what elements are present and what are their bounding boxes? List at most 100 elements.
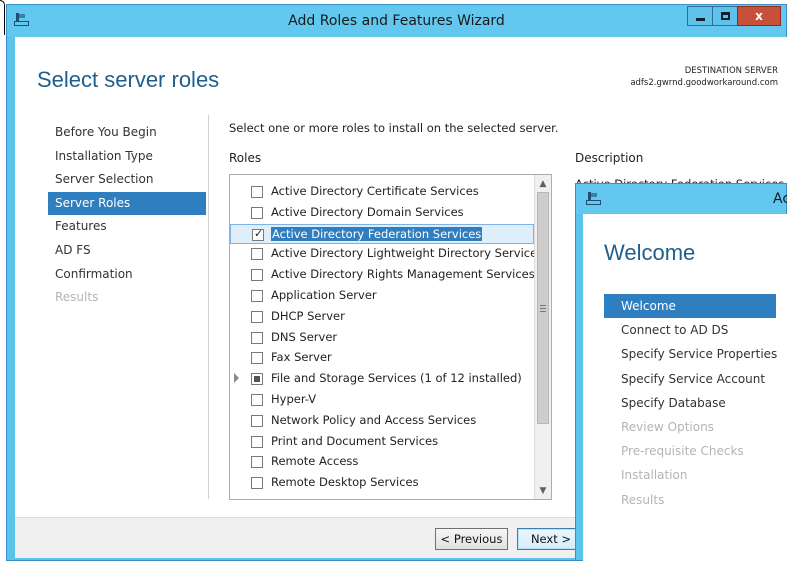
role-checkbox[interactable] <box>251 373 263 386</box>
nav-step-features[interactable]: Features <box>48 215 206 239</box>
adfs-wizard-content: Welcome Welcome Connect to AD DS Specify S… <box>583 214 787 561</box>
role-checkbox[interactable] <box>251 477 263 490</box>
adfs-page-title: Welcome <box>604 240 696 265</box>
role-checkbox[interactable] <box>251 435 263 448</box>
role-label: Active Directory Domain Services <box>271 204 464 219</box>
role-label: Fax Server <box>271 350 332 365</box>
adfs-step-welcome[interactable]: Welcome <box>604 294 776 319</box>
role-checkbox[interactable] <box>251 290 263 302</box>
destination-server-name: adfs2.gwrnd.goodworkaround.com <box>630 78 778 88</box>
role-item-dns-server[interactable]: DNS Server <box>230 328 534 348</box>
destination-server-info: DESTINATION SERVER adfs2.gwrnd.goodworka… <box>630 65 778 89</box>
role-item-network-policy-and-access-services[interactable]: Network Policy and Access Services <box>230 411 534 431</box>
role-checkbox[interactable] <box>251 414 263 427</box>
role-checkbox[interactable]: ✓ <box>252 226 264 241</box>
role-item-file-and-storage-services-1-of-12-instal[interactable]: File and Storage Services (1 of 12 insta… <box>230 369 534 389</box>
page-title: Select server roles <box>37 67 220 92</box>
role-checkbox[interactable] <box>251 352 263 365</box>
nav-step-results: Results <box>55 290 99 305</box>
wizard-steps-nav: Before You Begin Installation Type Server … <box>48 121 206 310</box>
adfs-title-bar[interactable]: Ac <box>576 184 787 214</box>
nav-step-before-you-begin[interactable]: Before You Begin <box>48 121 206 145</box>
role-item-active-directory-domain-services[interactable]: Active Directory Domain Services <box>230 203 534 223</box>
role-item-active-directory-certificate-services[interactable]: Active Directory Certificate Services <box>230 182 534 202</box>
role-label: Active Directory Lightweight Directory S… <box>271 246 544 261</box>
role-label: Network Policy and Access Services <box>271 412 477 427</box>
maximize-icon <box>720 12 730 20</box>
adfs-step-pre-requisite-checks: Pre-requisite Checks <box>621 444 744 459</box>
checkmark-icon: ✓ <box>254 226 264 240</box>
role-label: Remote Desktop Services <box>271 475 419 490</box>
roles-header: Roles <box>229 151 262 165</box>
adfs-step-specify-service-account[interactable]: Specify Service Account <box>604 367 776 391</box>
role-label: Print and Document Services <box>271 433 439 448</box>
adfs-steps-nav: Welcome Connect to AD DS Specify Service P… <box>604 294 777 512</box>
adfs-configuration-wizard-window: Ac Welcome Welcome Connect to AD DS Specif… <box>575 183 787 561</box>
description-header: Description <box>575 151 644 165</box>
nav-step-server-selection[interactable]: Server Selection <box>48 168 206 192</box>
role-item-remote-desktop-services[interactable]: Remote Desktop Services <box>230 473 534 493</box>
scroll-up-button[interactable]: ▲ <box>535 175 551 192</box>
nav-step-ad-fs[interactable]: AD FS <box>48 239 206 263</box>
role-label: Active Directory Certificate Services <box>271 184 479 198</box>
role-item-print-and-document-services[interactable]: Print and Document Services <box>230 432 534 452</box>
nav-divider <box>208 115 209 499</box>
role-item-remote-access[interactable]: Remote Access <box>230 452 534 472</box>
adfs-window-title: Ac <box>773 191 787 207</box>
minimize-icon <box>695 17 705 21</box>
adfs-step-specify-service-properties[interactable]: Specify Service Properties <box>604 342 777 366</box>
role-label: Hyper-V <box>271 392 317 406</box>
destination-label: DESTINATION SERVER <box>684 66 778 76</box>
window-controls: x <box>687 6 781 26</box>
role-label: Remote Access <box>271 454 359 469</box>
role-checkbox[interactable] <box>251 206 263 219</box>
role-checkbox[interactable] <box>251 456 263 469</box>
expand-arrow-icon[interactable] <box>234 373 239 384</box>
role-checkbox[interactable] <box>251 331 263 344</box>
server-manager-icon <box>586 192 602 206</box>
roles-list[interactable]: Active Directory Certificate Services Act… <box>229 174 552 500</box>
role-label: DNS Server <box>271 329 338 344</box>
instruction-text: Select one or more roles to install on t… <box>229 121 559 135</box>
adfs-step-installation: Installation <box>621 468 688 483</box>
role-checkbox[interactable] <box>251 394 263 406</box>
close-button[interactable]: x <box>737 6 781 26</box>
role-checkbox[interactable] <box>251 186 263 198</box>
adfs-step-connect-to-ad-ds[interactable]: Connect to AD DS <box>604 318 776 342</box>
role-label: Application Server <box>271 288 377 302</box>
role-checkbox[interactable] <box>251 310 263 323</box>
chevron-down-icon: ▼ <box>539 485 547 496</box>
scroll-down-button[interactable]: ▼ <box>535 482 551 499</box>
role-label: Active Directory Federation Services <box>271 226 483 241</box>
maximize-button[interactable] <box>712 6 738 26</box>
previous-button[interactable]: < Previous <box>435 528 508 550</box>
role-item-active-directory-federation-services[interactable]: ✓ Active Directory Federation Services <box>230 223 534 244</box>
role-item-dhcp-server[interactable]: DHCP Server <box>230 307 534 327</box>
grip-icon <box>540 305 546 312</box>
role-item-active-directory-lightweight-directory-s[interactable]: Active Directory Lightweight Directory S… <box>230 244 543 264</box>
role-item-application-server[interactable]: Application Server <box>230 286 534 306</box>
role-label: Active Directory Rights Management Servi… <box>271 267 535 282</box>
role-item-hyper-v[interactable]: Hyper-V <box>230 390 534 410</box>
adfs-step-review-options: Review Options <box>621 419 714 434</box>
role-item-active-directory-rights-management-servi[interactable]: Active Directory Rights Management Servi… <box>230 265 535 285</box>
role-label: File and Storage Services (1 of 12 insta… <box>271 371 522 386</box>
role-item-fax-server[interactable]: Fax Server <box>230 348 534 368</box>
role-checkbox[interactable] <box>251 269 263 282</box>
roles-scrollbar[interactable]: ▲ ▼ <box>534 175 551 499</box>
adfs-step-results: Results <box>621 492 665 507</box>
close-icon: x <box>755 9 763 23</box>
role-checkbox[interactable] <box>251 248 263 261</box>
partial-check-icon <box>254 376 260 383</box>
window-title: Add Roles and Features Wizard <box>288 13 505 29</box>
nav-step-server-roles[interactable]: Server Roles <box>48 191 206 216</box>
minimize-button[interactable] <box>687 6 713 26</box>
role-label: DHCP Server <box>271 308 345 323</box>
title-bar[interactable]: Add Roles and Features Wizard x <box>7 5 786 37</box>
chevron-up-icon: ▲ <box>539 178 547 189</box>
scroll-thumb[interactable] <box>537 192 549 424</box>
background-window-edge <box>0 0 5 35</box>
nav-step-confirmation[interactable]: Confirmation <box>48 263 206 287</box>
adfs-step-specify-database[interactable]: Specify Database <box>604 391 776 415</box>
nav-step-installation-type[interactable]: Installation Type <box>48 145 206 169</box>
